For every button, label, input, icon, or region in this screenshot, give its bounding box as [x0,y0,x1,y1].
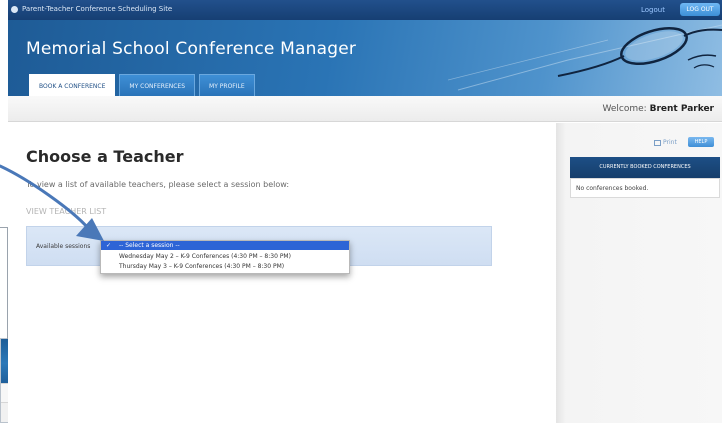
help-button[interactable]: HELP [688,137,714,147]
site-logo-icon [11,6,18,13]
main-tabs: Book a Conference My Conferences My Prof… [29,74,259,97]
site-title-bar: Parent-Teacher Conference Scheduling Sit… [8,0,722,20]
logout-link[interactable]: Logout [641,6,665,14]
welcome-bar: Welcome: Brent Parker [8,96,722,122]
eyeglasses-illustration [448,24,722,91]
welcome-message: Welcome: Brent Parker [603,104,714,114]
session-option-label: Wednesday May 2 – K-9 Conferences (4:30 … [119,253,291,260]
session-dropdown[interactable]: ✓ -- Select a session -- Wednesday May 2… [100,240,350,274]
conference-manager-window: Parent-Teacher Conference Scheduling Sit… [8,0,722,423]
instructions-text: To view a list of available teachers, pl… [26,180,290,189]
tab-my-conferences[interactable]: My Conferences [119,74,196,96]
booked-conferences-empty: No conferences booked. [576,185,649,192]
sidebar: Print HELP Currently Booked Conferences … [556,123,722,423]
background-window-edge-left [7,227,8,339]
print-label: Print [663,139,677,146]
site-name: Parent-Teacher Conference Scheduling Sit… [22,5,173,13]
session-field-label: Available sessions [36,243,91,250]
session-option[interactable]: Thursday May 3 – K-9 Conferences (4:30 P… [101,262,349,271]
user-name: Brent Parker [649,104,714,114]
booked-conferences-list: No conferences booked. [570,178,720,198]
tab-book-a-conference[interactable]: Book a Conference [29,74,116,97]
tab-my-profile[interactable]: My Profile [199,74,255,96]
session-option[interactable]: Wednesday May 2 – K-9 Conferences (4:30 … [101,252,349,261]
checkmark-icon: ✓ [106,242,112,249]
page-title: Choose a Teacher [26,147,184,166]
app-title: Memorial School Conference Manager [26,39,357,59]
session-option-label: -- Select a session -- [119,242,180,249]
log-out-button[interactable]: LOG OUT [680,3,720,16]
session-option-label: Thursday May 3 – K-9 Conferences (4:30 P… [119,263,285,270]
booked-conferences-header: Currently Booked Conferences [570,157,720,178]
printer-icon [654,139,661,146]
print-link[interactable]: Print [654,139,677,146]
session-option[interactable]: ✓ -- Select a session -- [101,241,349,250]
welcome-prefix: Welcome: [602,104,647,114]
